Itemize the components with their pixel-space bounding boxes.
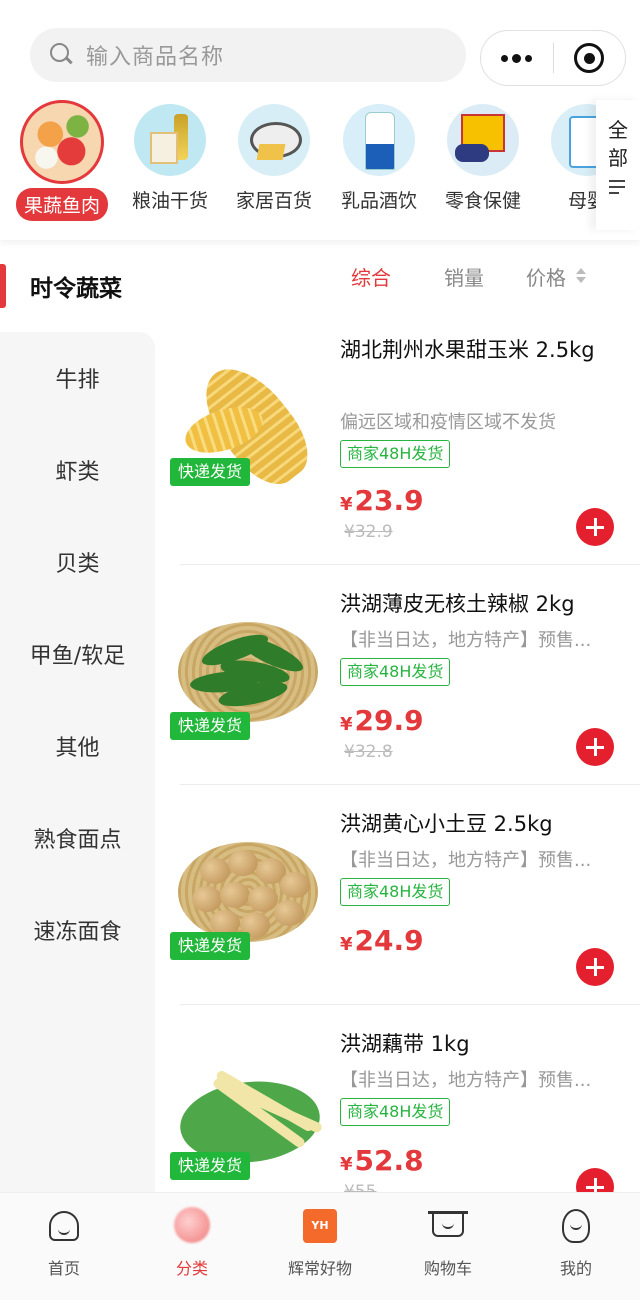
active-indicator	[0, 264, 6, 308]
sidebar-item-other[interactable]: 其他	[0, 700, 155, 792]
add-to-cart-button[interactable]	[576, 1168, 614, 1193]
sidebar: 牛排 虾类 贝类 甲鱼/软足 其他 熟食面点 速冻面食	[0, 332, 155, 1202]
all-label-line2: 部	[608, 146, 628, 170]
oil-bottle-image	[134, 104, 206, 176]
product-subtitle: 【非当日达，地方特产】预售...	[340, 850, 592, 871]
product-card[interactable]: 快递发货 洪湖黄心小土豆 2.5kg 【非当日达，地方特产】预售... 商家48…	[160, 784, 640, 1004]
tab-bar: 首页 分类 YH 辉常好物 购物车 我的	[0, 1192, 640, 1300]
shipping-tag: 商家48H发货	[340, 658, 451, 686]
express-badge: 快递发货	[170, 712, 251, 740]
product-price: ¥52.8	[340, 1144, 424, 1177]
all-label-line1: 全	[608, 118, 628, 142]
mini-program-capsule	[480, 30, 626, 86]
list-filter-icon	[609, 180, 627, 196]
category-grain-oil[interactable]: 粮油干货	[118, 100, 222, 213]
category-label: 母婴	[567, 190, 596, 212]
product-name: 洪湖黄心小土豆 2.5kg	[340, 812, 553, 836]
original-price: ¥32.8	[344, 742, 393, 762]
tab-label: 辉常好物	[287, 1259, 352, 1278]
product-price: ¥23.9	[340, 484, 424, 517]
category-household[interactable]: 家居百货	[222, 100, 326, 213]
home-icon	[49, 1211, 79, 1241]
original-price: ¥32.9	[344, 522, 393, 542]
express-badge: 快递发货	[170, 932, 251, 960]
sort-sales[interactable]: 销量	[444, 262, 484, 291]
sidebar-item-shrimp[interactable]: 虾类	[0, 424, 155, 516]
tab-label: 购物车	[423, 1259, 472, 1278]
sidebar-item-shellfish[interactable]: 贝类	[0, 516, 155, 608]
profile-icon	[562, 1209, 590, 1243]
product-name: 洪湖薄皮无核土辣椒 2kg	[340, 592, 575, 616]
subcategory-title: 时令蔬菜	[30, 276, 122, 302]
add-to-cart-button[interactable]	[576, 728, 614, 766]
category-label: 乳品酒饮	[340, 190, 417, 212]
sort-comprehensive[interactable]: 综合	[351, 262, 391, 291]
sort-up-icon	[576, 268, 586, 274]
search-placeholder: 输入商品名称	[86, 45, 225, 70]
category-mother-baby[interactable]: 母婴	[535, 100, 596, 213]
tab-home[interactable]: 首页	[0, 1205, 128, 1279]
milk-image	[343, 104, 415, 176]
product-subtitle: 【非当日达，地方特产】预售...	[340, 1070, 592, 1091]
divider	[180, 1004, 640, 1005]
add-to-cart-button[interactable]	[576, 508, 614, 546]
sort-down-icon	[576, 277, 586, 283]
category-label: 家居百货	[235, 190, 312, 212]
category-label: 粮油干货	[131, 190, 208, 212]
all-categories-button[interactable]: 全 部	[596, 100, 640, 230]
category-fruit-veg-fish-meat[interactable]: 果蔬鱼肉	[10, 100, 114, 221]
subcategory-active[interactable]: 时令蔬菜	[0, 258, 155, 314]
product-price: ¥24.9	[340, 924, 424, 957]
product-list: 快递发货 湖北荆州水果甜玉米 2.5kg 偏远区域和疫情区域不发货 商家48H发…	[160, 318, 640, 1193]
search-bar[interactable]: 输入商品名称	[30, 28, 466, 82]
product-subtitle: 【非当日达，地方特产】预售...	[340, 630, 592, 651]
category-strip: 果蔬鱼肉 粮油干货 家居百货 乳品酒饮 零食保健 母婴 全 部	[0, 100, 640, 240]
product-name: 洪湖藕带 1kg	[340, 1032, 470, 1056]
sidebar-item-turtle-squid[interactable]: 甲鱼/软足	[0, 608, 155, 700]
express-badge: 快递发货	[170, 1152, 251, 1180]
shipping-tag: 商家48H发货	[340, 1098, 451, 1126]
category-icon	[174, 1207, 210, 1243]
tab-label: 分类	[175, 1259, 208, 1278]
shipping-tag: 商家48H发货	[340, 440, 451, 468]
product-card[interactable]: 快递发货 湖北荆州水果甜玉米 2.5kg 偏远区域和疫情区域不发货 商家48H发…	[160, 318, 640, 546]
product-card[interactable]: 快递发货 洪湖藕带 1kg 【非当日达，地方特产】预售... 商家48H发货 ¥…	[160, 1004, 640, 1193]
sort-bar: 综合 销量 价格	[155, 252, 640, 298]
add-to-cart-button[interactable]	[576, 948, 614, 986]
tab-cart[interactable]: 购物车	[384, 1205, 512, 1279]
target-circle-icon[interactable]	[554, 43, 626, 73]
tab-profile[interactable]: 我的	[512, 1205, 640, 1279]
tab-label: 我的	[559, 1259, 592, 1278]
divider	[180, 784, 640, 785]
product-name: 湖北荆州水果甜玉米 2.5kg	[340, 338, 595, 362]
tab-category[interactable]: 分类	[128, 1205, 256, 1279]
shipping-tag: 商家48H发货	[340, 878, 451, 906]
snack-image	[447, 104, 519, 176]
household-image	[238, 104, 310, 176]
product-price: ¥29.9	[340, 704, 424, 737]
sort-price[interactable]: 价格	[526, 262, 566, 291]
category-dairy-drinks[interactable]: 乳品酒饮	[327, 100, 431, 213]
sidebar-item-steak[interactable]: 牛排	[0, 332, 155, 424]
express-badge: 快递发货	[170, 458, 251, 486]
baby-product-image	[551, 104, 596, 176]
product-card[interactable]: 快递发货 洪湖薄皮无核土辣椒 2kg 【非当日达，地方特产】预售... 商家48…	[160, 564, 640, 784]
more-dots-icon[interactable]	[481, 53, 553, 63]
category-label: 零食保健	[444, 190, 521, 212]
search-icon	[50, 43, 74, 67]
tab-good-things[interactable]: YH 辉常好物	[256, 1205, 384, 1279]
product-subtitle: 偏远区域和疫情区域不发货	[340, 412, 556, 433]
category-snacks-health[interactable]: 零食保健	[431, 100, 535, 213]
yh-goods-icon: YH	[303, 1209, 337, 1243]
cart-icon	[428, 1211, 468, 1237]
sidebar-item-frozen-noodles[interactable]: 速冻面食	[0, 884, 155, 976]
fruit-veg-image	[20, 100, 104, 184]
divider	[180, 564, 640, 565]
category-label: 果蔬鱼肉	[15, 188, 108, 221]
sidebar-item-cooked-food[interactable]: 熟食面点	[0, 792, 155, 884]
tab-label: 首页	[47, 1259, 80, 1278]
